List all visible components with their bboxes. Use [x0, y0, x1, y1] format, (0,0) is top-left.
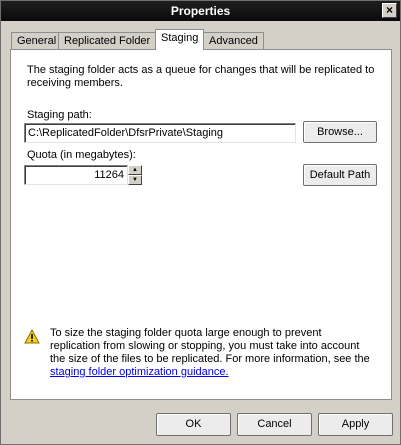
browse-button[interactable]: Browse... [303, 121, 377, 143]
quota-label: Quota (in megabytes): [27, 149, 136, 161]
arrow-up-icon: ▲ [132, 167, 138, 173]
warning-icon [24, 329, 40, 344]
tab-advanced[interactable]: Advanced [203, 32, 264, 49]
window-title: Properties [170, 4, 231, 18]
tab-label: General [17, 35, 57, 47]
warning-line-2: replication from slowing or stopping, yo… [50, 340, 360, 352]
ok-button[interactable]: OK [156, 413, 231, 436]
tab-general[interactable]: General [11, 32, 63, 49]
warning-line-1: To size the staging folder quota large e… [50, 327, 322, 339]
quota-spin-up[interactable]: ▲ [128, 165, 142, 175]
apply-button[interactable]: Apply [318, 413, 393, 436]
staging-path-label: Staging path: [27, 109, 92, 121]
tab-staging[interactable]: Staging [155, 29, 205, 50]
staging-guidance-link[interactable]: staging folder optimization guidance. [50, 366, 229, 379]
description-line-2: receiving members. [27, 77, 123, 89]
warning-line-3: the size of the files to be replicated. … [50, 353, 370, 365]
close-icon: × [385, 3, 393, 17]
quota-input[interactable] [24, 165, 128, 185]
default-path-button-label: Default Path [309, 169, 371, 181]
properties-dialog: Properties × General Replicated Folder S… [0, 0, 401, 445]
cancel-button[interactable]: Cancel [237, 413, 312, 436]
quota-spin-down[interactable]: ▼ [128, 175, 142, 185]
tab-label: Replicated Folder [64, 35, 151, 47]
ok-button-label: OK [185, 418, 202, 430]
tab-replicated-folder[interactable]: Replicated Folder [58, 32, 157, 49]
cancel-button-label: Cancel [257, 418, 292, 430]
arrow-down-icon: ▼ [132, 177, 138, 183]
browse-button-label: Browse... [317, 126, 363, 138]
tab-label: Advanced [209, 35, 258, 47]
staging-tab-panel: The staging folder acts as a queue for c… [10, 49, 392, 400]
apply-button-label: Apply [341, 418, 370, 430]
tab-label: Staging [161, 32, 199, 44]
close-button[interactable]: × [382, 3, 397, 18]
title-bar[interactable]: Properties × [1, 1, 400, 21]
description-line-1: The staging folder acts as a queue for c… [27, 64, 375, 76]
default-path-button[interactable]: Default Path [303, 164, 377, 186]
staging-path-input[interactable] [24, 123, 296, 143]
